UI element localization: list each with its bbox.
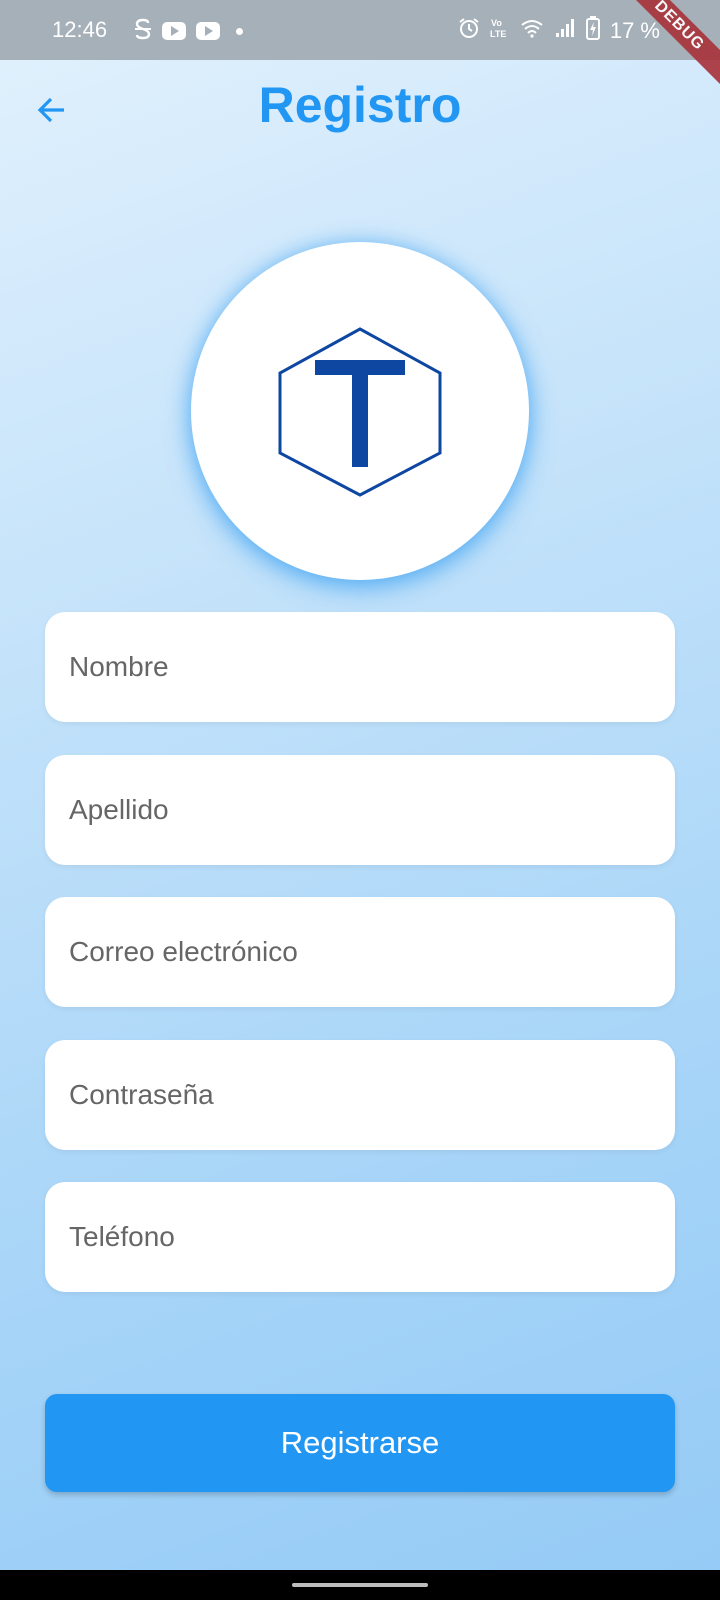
register-button[interactable]: Registrarse: [45, 1394, 675, 1492]
alarm-icon: [458, 17, 480, 44]
dot-icon: [236, 27, 243, 35]
phone-field[interactable]: [45, 1182, 675, 1292]
battery-charging-icon: [585, 16, 600, 45]
status-notification-icons: [134, 18, 243, 44]
password-input[interactable]: [45, 1040, 675, 1150]
status-time: 12:46: [52, 17, 108, 42]
volte-icon: Vo LTE: [490, 17, 510, 44]
app-screen: 12:46 Vo LTE 17 % DEBUG Registro Nombre …: [0, 0, 720, 1570]
hexagon-t-logo: [278, 327, 442, 497]
page-title: Registro: [258, 77, 462, 133]
logo-avatar: [191, 242, 529, 580]
battery-percent: 17 %: [609, 17, 660, 43]
nombre-field[interactable]: [45, 612, 675, 722]
s-notification-icon: [134, 18, 152, 44]
svg-text:Vo: Vo: [491, 18, 502, 28]
email-input[interactable]: [45, 897, 675, 1007]
signal-icon: [554, 18, 576, 43]
status-system-icons: Vo LTE 17 %: [458, 16, 660, 45]
status-bar: 12:46 Vo LTE 17 % DEBUG: [0, 0, 720, 95]
navigation-bar: [0, 1570, 720, 1600]
svg-text:LTE: LTE: [490, 29, 506, 39]
email-field[interactable]: [45, 897, 675, 1007]
youtube-icon: [162, 22, 186, 40]
password-field[interactable]: [45, 1040, 675, 1150]
phone-input[interactable]: [45, 1182, 675, 1292]
wifi-icon: [520, 18, 544, 43]
home-gesture-handle[interactable]: [292, 1583, 428, 1587]
youtube-icon: [196, 22, 220, 40]
apellido-field[interactable]: [45, 755, 675, 865]
nombre-input[interactable]: [45, 612, 675, 722]
apellido-input[interactable]: [45, 755, 675, 865]
